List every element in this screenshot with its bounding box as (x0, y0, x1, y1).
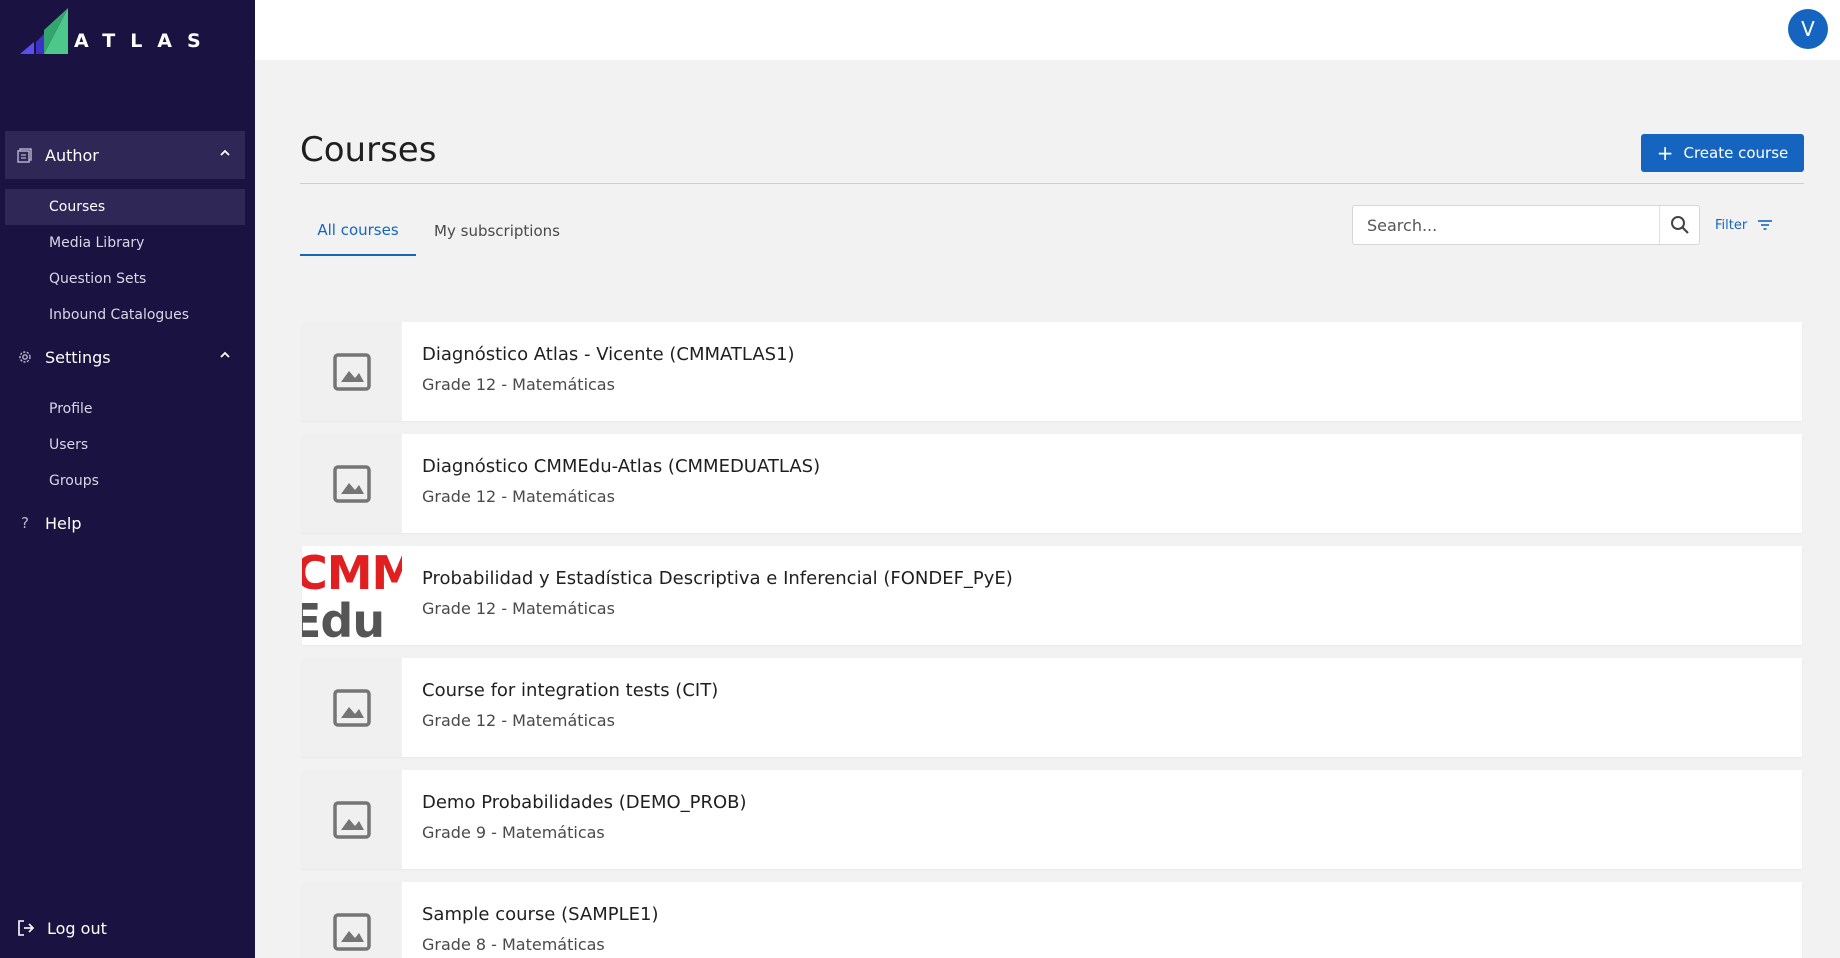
course-list: Diagnóstico Atlas - Vicente (CMMATLAS1) … (302, 322, 1802, 958)
course-thumbnail (302, 658, 402, 757)
sidebar-item-label: Help (45, 513, 82, 533)
top-bar: V (255, 0, 1840, 60)
create-course-label: Create course (1683, 144, 1789, 162)
chevron-up-icon[interactable] (219, 349, 231, 361)
sidebar-item-label: Inbound Catalogues (49, 307, 190, 323)
tab-label: My subscriptions (434, 222, 560, 240)
course-thumbnail (302, 770, 402, 869)
sidebar-item-inbound-catalogues[interactable]: Inbound Catalogues (5, 297, 245, 333)
atlas-logo-text: ATLAS (74, 30, 216, 52)
course-subtitle: Grade 12 - Matemáticas (422, 375, 615, 394)
course-thumbnail (302, 322, 402, 421)
image-placeholder-icon (333, 352, 371, 391)
gear-icon (17, 349, 33, 365)
cmmedu-logo: CMM Edu (302, 546, 402, 645)
search-button[interactable] (1659, 206, 1699, 244)
title-divider (300, 183, 1804, 184)
sidebar-item-courses[interactable]: Courses (5, 189, 245, 225)
logout-button[interactable]: Log out (5, 910, 245, 946)
atlas-logo-icon (20, 8, 68, 54)
course-card[interactable]: Course for integration tests (CIT) Grade… (302, 658, 1802, 757)
search-input[interactable] (1353, 206, 1659, 244)
sidebar-item-label: Courses (49, 199, 106, 215)
course-card[interactable]: Diagnóstico Atlas - Vicente (CMMATLAS1) … (302, 322, 1802, 421)
course-title[interactable]: Demo Probabilidades (DEMO_PROB) (422, 792, 747, 813)
course-thumbnail: CMM Edu (302, 546, 402, 645)
chevron-up-icon[interactable] (219, 147, 231, 159)
tab-all-courses[interactable]: All courses (300, 206, 416, 256)
image-placeholder-icon (333, 688, 371, 727)
sidebar-item-label: Users (49, 437, 89, 453)
course-title[interactable]: Diagnóstico CMMEdu-Atlas (CMMEDUATLAS) (422, 456, 820, 477)
sidebar-item-profile[interactable]: Profile (5, 391, 245, 427)
sidebar-item-label: Groups (49, 473, 99, 489)
course-title[interactable]: Course for integration tests (CIT) (422, 680, 718, 701)
course-title[interactable]: Probabilidad y Estadística Descriptiva e… (422, 568, 1013, 589)
course-thumbnail (302, 882, 402, 958)
sidebar-item-label: Question Sets (49, 271, 147, 287)
image-placeholder-icon (333, 464, 371, 503)
course-subtitle: Grade 12 - Matemáticas (422, 711, 615, 730)
tab-my-subscriptions[interactable]: My subscriptions (422, 206, 572, 256)
course-subtitle: Grade 9 - Matemáticas (422, 823, 605, 842)
course-subtitle: Grade 12 - Matemáticas (422, 487, 615, 506)
sidebar-item-help[interactable]: ? Help (5, 505, 245, 541)
question-icon: ? (21, 514, 29, 532)
course-subtitle: Grade 8 - Matemáticas (422, 935, 605, 954)
search-box (1352, 205, 1700, 245)
image-placeholder-icon (333, 800, 371, 839)
sidebar-section-settings[interactable]: Settings (5, 333, 245, 381)
user-avatar[interactable]: V (1788, 9, 1828, 49)
sidebar-item-groups[interactable]: Groups (5, 463, 245, 499)
course-card[interactable]: Diagnóstico CMMEdu-Atlas (CMMEDUATLAS) G… (302, 434, 1802, 533)
page-title: Courses (300, 130, 437, 170)
search-icon (1670, 216, 1689, 234)
filter-label: Filter (1715, 217, 1748, 233)
sidebar-section-label: Settings (45, 347, 111, 367)
tab-label: All courses (317, 221, 399, 239)
sidebar-item-label: Media Library (49, 235, 145, 251)
filter-button[interactable]: Filter (1715, 212, 1773, 238)
course-title[interactable]: Diagnóstico Atlas - Vicente (CMMATLAS1) (422, 344, 795, 365)
course-thumbnail (302, 434, 402, 533)
sidebar-section-author[interactable]: Author (5, 131, 245, 179)
sidebar: ATLAS Author Courses Media Library Quest… (0, 0, 255, 958)
atlas-logo[interactable]: ATLAS (20, 6, 216, 54)
book-icon (17, 147, 33, 163)
course-subtitle: Grade 12 - Matemáticas (422, 599, 615, 618)
create-course-button[interactable]: + Create course (1641, 134, 1804, 172)
sidebar-item-label: Profile (49, 401, 93, 417)
logout-icon (17, 919, 35, 937)
sidebar-item-question-sets[interactable]: Question Sets (5, 261, 245, 297)
sidebar-item-users[interactable]: Users (5, 427, 245, 463)
image-placeholder-icon (333, 912, 371, 951)
logout-label: Log out (47, 918, 107, 938)
cmmedu-logo-line2: Edu (302, 594, 385, 645)
filter-icon (1758, 220, 1773, 230)
course-card[interactable]: Sample course (SAMPLE1) Grade 8 - Matemá… (302, 882, 1802, 958)
course-title[interactable]: Sample course (SAMPLE1) (422, 904, 658, 925)
course-card[interactable]: Demo Probabilidades (DEMO_PROB) Grade 9 … (302, 770, 1802, 869)
course-card[interactable]: CMM Edu Probabilidad y Estadística Descr… (302, 546, 1802, 645)
sidebar-item-media-library[interactable]: Media Library (5, 225, 245, 261)
sidebar-section-label: Author (45, 145, 99, 165)
plus-icon: + (1656, 141, 1674, 165)
cmmedu-logo-line1: CMM (302, 546, 402, 600)
